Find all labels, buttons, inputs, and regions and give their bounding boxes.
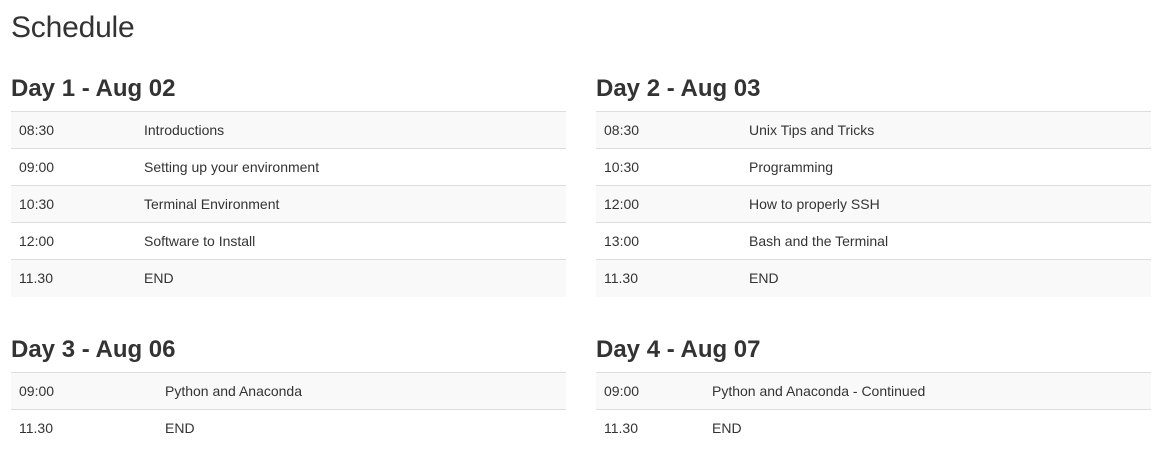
table-row: 10:30 Terminal Environment	[11, 185, 566, 223]
table-row: 12:00 How to properly SSH	[596, 185, 1151, 223]
schedule-table: 09:00 Python and Anaconda - Continued 11…	[596, 372, 1151, 447]
time-cell: 13:00	[596, 222, 741, 260]
event-cell: END	[157, 409, 566, 447]
table-row: 11.30 END	[11, 409, 566, 447]
event-cell: Python and Anaconda	[157, 372, 566, 410]
time-cell: 11.30	[596, 259, 741, 297]
day-heading: Day 4 - Aug 07	[596, 336, 761, 363]
time-cell: 10:30	[11, 185, 136, 223]
event-cell: How to properly SSH	[741, 185, 1151, 223]
event-cell: END	[704, 409, 1151, 447]
event-cell: Programming	[741, 148, 1151, 186]
table-row: 11.30 END	[596, 409, 1151, 447]
event-cell: Bash and the Terminal	[741, 222, 1151, 260]
time-cell: 09:00	[596, 372, 704, 410]
page-title: Schedule	[11, 11, 135, 44]
day-heading: Day 1 - Aug 02	[11, 75, 176, 102]
time-cell: 08:30	[11, 111, 136, 149]
time-cell: 11.30	[11, 259, 136, 297]
table-row: 12:00 Software to Install	[11, 222, 566, 260]
table-row: 09:00 Setting up your environment	[11, 148, 566, 186]
day-4-section: Day 4 - Aug 07 09:00 Python and Anaconda…	[596, 335, 1151, 447]
day-heading: Day 3 - Aug 06	[11, 336, 176, 363]
table-row: 09:00 Python and Anaconda - Continued	[596, 372, 1151, 410]
time-cell: 12:00	[596, 185, 741, 223]
time-cell: 11.30	[596, 409, 704, 447]
event-cell: Introductions	[136, 111, 566, 149]
event-cell: Setting up your environment	[136, 148, 566, 186]
event-cell: END	[741, 259, 1151, 297]
event-cell: Python and Anaconda - Continued	[704, 372, 1151, 410]
table-row: 11.30 END	[596, 259, 1151, 297]
table-row: 11.30 END	[11, 259, 566, 297]
day-2-section: Day 2 - Aug 03 08:30 Unix Tips and Trick…	[596, 74, 1151, 297]
table-row: 13:00 Bash and the Terminal	[596, 222, 1151, 260]
table-row: 08:30 Introductions	[11, 111, 566, 149]
time-cell: 10:30	[596, 148, 741, 186]
schedule-table: 08:30 Unix Tips and Tricks 10:30 Program…	[596, 111, 1151, 297]
day-1-section: Day 1 - Aug 02 08:30 Introductions 09:00…	[11, 74, 566, 297]
table-row: 10:30 Programming	[596, 148, 1151, 186]
time-cell: 08:30	[596, 111, 741, 149]
event-cell: Software to Install	[136, 222, 566, 260]
event-cell: Terminal Environment	[136, 185, 566, 223]
day-3-section: Day 3 - Aug 06 09:00 Python and Anaconda…	[11, 335, 566, 447]
time-cell: 09:00	[11, 372, 157, 410]
schedule-table: 09:00 Python and Anaconda 11.30 END	[11, 372, 566, 447]
event-cell: END	[136, 259, 566, 297]
time-cell: 12:00	[11, 222, 136, 260]
schedule-table: 08:30 Introductions 09:00 Setting up you…	[11, 111, 566, 297]
time-cell: 09:00	[11, 148, 136, 186]
table-row: 08:30 Unix Tips and Tricks	[596, 111, 1151, 149]
day-heading: Day 2 - Aug 03	[596, 75, 761, 102]
time-cell: 11.30	[11, 409, 157, 447]
event-cell: Unix Tips and Tricks	[741, 111, 1151, 149]
table-row: 09:00 Python and Anaconda	[11, 372, 566, 410]
